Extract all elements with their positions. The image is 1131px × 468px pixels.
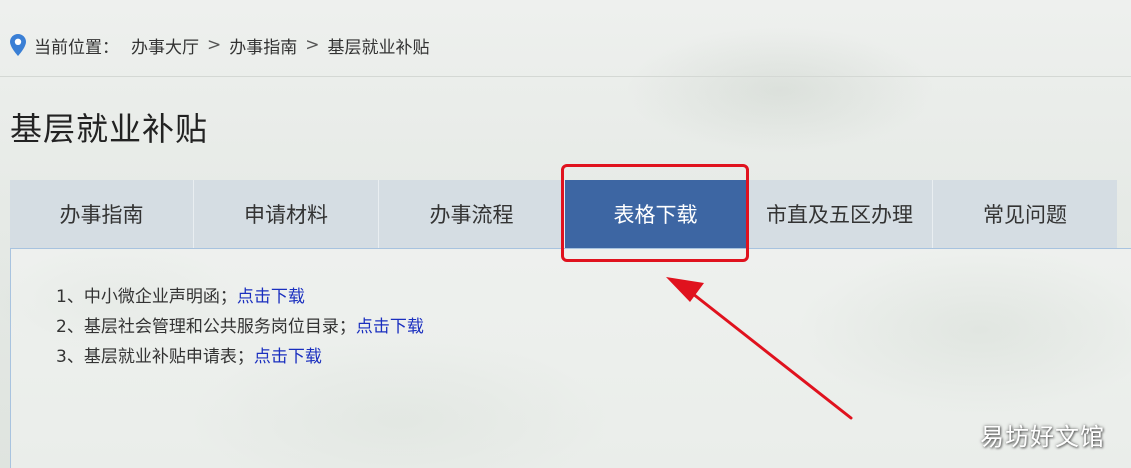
breadcrumb-item-guide[interactable]: 办事指南 (229, 33, 297, 58)
list-item: 2、基层社会管理和公共服务岗位目录；点击下载 (56, 312, 424, 342)
annotation-highlight-box (561, 164, 749, 262)
tab-city-districts[interactable]: 市直及五区办理 (747, 180, 933, 248)
list-item: 1、中小微企业声明函；点击下载 (56, 282, 424, 312)
breadcrumb-item-hall[interactable]: 办事大厅 (131, 33, 199, 58)
tab-materials[interactable]: 申请材料 (194, 180, 379, 248)
header-divider (0, 76, 1131, 77)
download-item-text: 2、基层社会管理和公共服务岗位目录； (56, 317, 356, 337)
page-title: 基层就业补贴 (10, 110, 209, 148)
tab-faq[interactable]: 常见问题 (933, 180, 1117, 248)
tab-guide[interactable]: 办事指南 (10, 180, 194, 248)
download-link[interactable]: 点击下载 (254, 347, 322, 367)
breadcrumb-prefix: 当前位置： (34, 37, 119, 58)
breadcrumb-separator: > (305, 35, 320, 55)
map-pin-icon (10, 34, 26, 56)
watermark: 易坊好文馆 (980, 423, 1105, 451)
breadcrumb-item-current: 基层就业补贴 (327, 37, 430, 58)
download-link[interactable]: 点击下载 (356, 317, 424, 337)
download-item-text: 3、基层就业补贴申请表； (56, 347, 254, 367)
list-item: 3、基层就业补贴申请表；点击下载 (56, 342, 424, 372)
breadcrumb: 当前位置： 办事大厅 > 办事指南 > 基层就业补贴 (10, 32, 430, 58)
download-list: 1、中小微企业声明函；点击下载 2、基层社会管理和公共服务岗位目录；点击下载 3… (56, 282, 424, 372)
download-link[interactable]: 点击下载 (237, 287, 305, 307)
download-item-text: 1、中小微企业声明函； (56, 287, 237, 307)
tab-process[interactable]: 办事流程 (379, 180, 565, 248)
breadcrumb-separator: > (207, 35, 222, 55)
